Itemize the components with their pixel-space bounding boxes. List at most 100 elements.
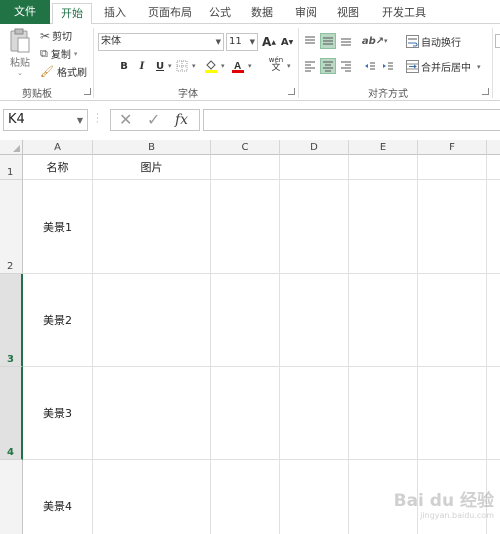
- column-header-c[interactable]: C: [211, 140, 280, 155]
- merge-cells-icon: [406, 60, 419, 73]
- format-painter-button[interactable]: 🖌 格式刷: [40, 64, 87, 79]
- italic-button[interactable]: I: [134, 58, 150, 74]
- cell-b2[interactable]: [93, 180, 211, 274]
- tab-formulas[interactable]: 公式: [204, 3, 236, 24]
- wrap-text-icon: [406, 35, 419, 48]
- fill-color-button[interactable]: [203, 58, 219, 74]
- scissors-icon: ✂: [40, 28, 51, 43]
- row-header-1[interactable]: 1: [0, 155, 23, 180]
- tab-review[interactable]: 审阅: [290, 3, 322, 24]
- align-middle-button[interactable]: [320, 33, 336, 49]
- align-top-button[interactable]: [302, 33, 318, 49]
- column-header-a[interactable]: A: [23, 140, 93, 155]
- tab-insert[interactable]: 插入: [96, 3, 134, 24]
- decrease-indent-icon: [365, 62, 375, 70]
- formula-input[interactable]: [203, 109, 500, 131]
- font-dialog-launcher-icon[interactable]: [288, 88, 295, 95]
- formula-actions: ✕ ✓ fx: [110, 109, 200, 131]
- align-left-button[interactable]: [302, 58, 318, 74]
- column-header-g[interactable]: [487, 140, 500, 155]
- font-size-combo[interactable]: 11 ▼: [226, 33, 258, 51]
- chevron-down-icon[interactable]: ▾: [477, 63, 481, 71]
- chevron-down-icon[interactable]: ▾: [384, 37, 388, 45]
- cancel-icon[interactable]: ✕: [119, 110, 132, 130]
- bold-button[interactable]: B: [116, 58, 132, 74]
- cell-a5[interactable]: 美景4: [23, 460, 93, 534]
- column-header-e[interactable]: E: [349, 140, 418, 155]
- cell-b1[interactable]: 图片: [93, 155, 211, 180]
- grow-font-button[interactable]: A ▲: [261, 34, 277, 50]
- cell-a1[interactable]: 名称: [23, 155, 93, 180]
- chevron-down-icon[interactable]: ▾: [221, 62, 225, 70]
- paste-button[interactable]: 粘贴 ⌄: [6, 28, 34, 77]
- copy-label: 复制: [50, 50, 71, 61]
- borders-icon: [176, 60, 188, 72]
- row-header-4[interactable]: 4: [0, 367, 23, 460]
- brush-icon: 🖌: [40, 65, 54, 78]
- tab-page-layout[interactable]: 页面布局: [142, 3, 198, 24]
- chevron-down-icon: ▾: [73, 49, 78, 58]
- underline-button[interactable]: U: [152, 58, 168, 74]
- copy-icon: ⧉: [40, 46, 48, 60]
- grid-line: [486, 155, 487, 534]
- align-right-button[interactable]: [338, 58, 354, 74]
- enter-icon[interactable]: ✓: [147, 110, 160, 130]
- chevron-down-icon[interactable]: ▾: [248, 62, 252, 70]
- tab-data[interactable]: 数据: [246, 3, 278, 24]
- grid-line: [279, 155, 280, 534]
- align-center-button[interactable]: [320, 58, 336, 74]
- chevron-down-icon: ▼: [215, 38, 221, 46]
- chevron-down-icon: ⌄: [17, 69, 23, 77]
- row-header-2[interactable]: 2: [0, 180, 23, 274]
- chevron-down-icon[interactable]: ▾: [168, 62, 172, 70]
- merge-center-button[interactable]: 合并后居中 ▾: [406, 59, 481, 74]
- cell-a3[interactable]: 美景2: [23, 274, 93, 367]
- insert-function-icon[interactable]: fx: [175, 110, 188, 130]
- borders-button[interactable]: [174, 58, 190, 74]
- next-group-edge: [495, 34, 500, 48]
- group-divider: [492, 28, 493, 98]
- merge-center-label: 合并后居中: [421, 63, 471, 74]
- chevron-down-icon[interactable]: ▼: [77, 111, 83, 131]
- cell-a2[interactable]: 美景1: [23, 180, 93, 274]
- align-left-icon: [305, 61, 315, 72]
- decrease-indent-button[interactable]: [362, 58, 378, 74]
- cell-b3[interactable]: [93, 274, 211, 367]
- cell-b5[interactable]: [93, 460, 211, 534]
- font-color-button[interactable]: A: [230, 58, 246, 74]
- cell-b4[interactable]: [93, 367, 211, 460]
- name-box[interactable]: K4 ▼: [3, 109, 88, 131]
- tab-view[interactable]: 视图: [332, 3, 364, 24]
- formula-bar-grip[interactable]: · · ·: [96, 111, 99, 128]
- select-all-button[interactable]: [0, 140, 23, 155]
- row-header-5[interactable]: [0, 460, 23, 534]
- row-header-3[interactable]: 3: [0, 274, 23, 367]
- font-name-value: 宋体: [101, 36, 121, 47]
- cell-a4[interactable]: 美景3: [23, 367, 93, 460]
- column-header-b[interactable]: B: [93, 140, 211, 155]
- increase-indent-button[interactable]: [380, 58, 396, 74]
- chevron-down-icon[interactable]: ▾: [192, 62, 196, 70]
- font-size-value: 11: [229, 36, 242, 47]
- align-middle-icon: [323, 37, 333, 45]
- orientation-button[interactable]: ab↗: [362, 33, 384, 49]
- column-header-d[interactable]: D: [280, 140, 349, 155]
- chevron-down-icon[interactable]: ▾: [287, 62, 291, 70]
- alignment-dialog-launcher-icon[interactable]: [482, 88, 489, 95]
- align-bottom-icon: [341, 38, 351, 46]
- copy-button[interactable]: ⧉ 复制 ▾: [40, 46, 78, 62]
- tab-file[interactable]: 文件: [0, 0, 50, 24]
- shrink-font-button[interactable]: A ▼: [279, 34, 295, 50]
- phonetic-guide-button[interactable]: wén 文: [266, 56, 286, 73]
- wrap-text-button[interactable]: 自动换行: [406, 34, 461, 49]
- align-bottom-button[interactable]: [338, 33, 354, 49]
- column-header-f[interactable]: F: [418, 140, 487, 155]
- clipboard-dialog-launcher-icon[interactable]: [84, 88, 91, 95]
- tab-home[interactable]: 开始: [52, 3, 92, 25]
- increase-indent-icon: [383, 62, 393, 70]
- font-name-combo[interactable]: 宋体 ▼: [98, 33, 224, 51]
- ribbon-tab-bar: 文件 开始 插入 页面布局 公式 数据 审阅 视图 开发工具: [0, 0, 500, 25]
- tab-developer[interactable]: 开发工具: [376, 3, 432, 24]
- format-painter-label: 格式刷: [56, 68, 87, 79]
- cut-button[interactable]: ✂ 剪切: [40, 28, 72, 44]
